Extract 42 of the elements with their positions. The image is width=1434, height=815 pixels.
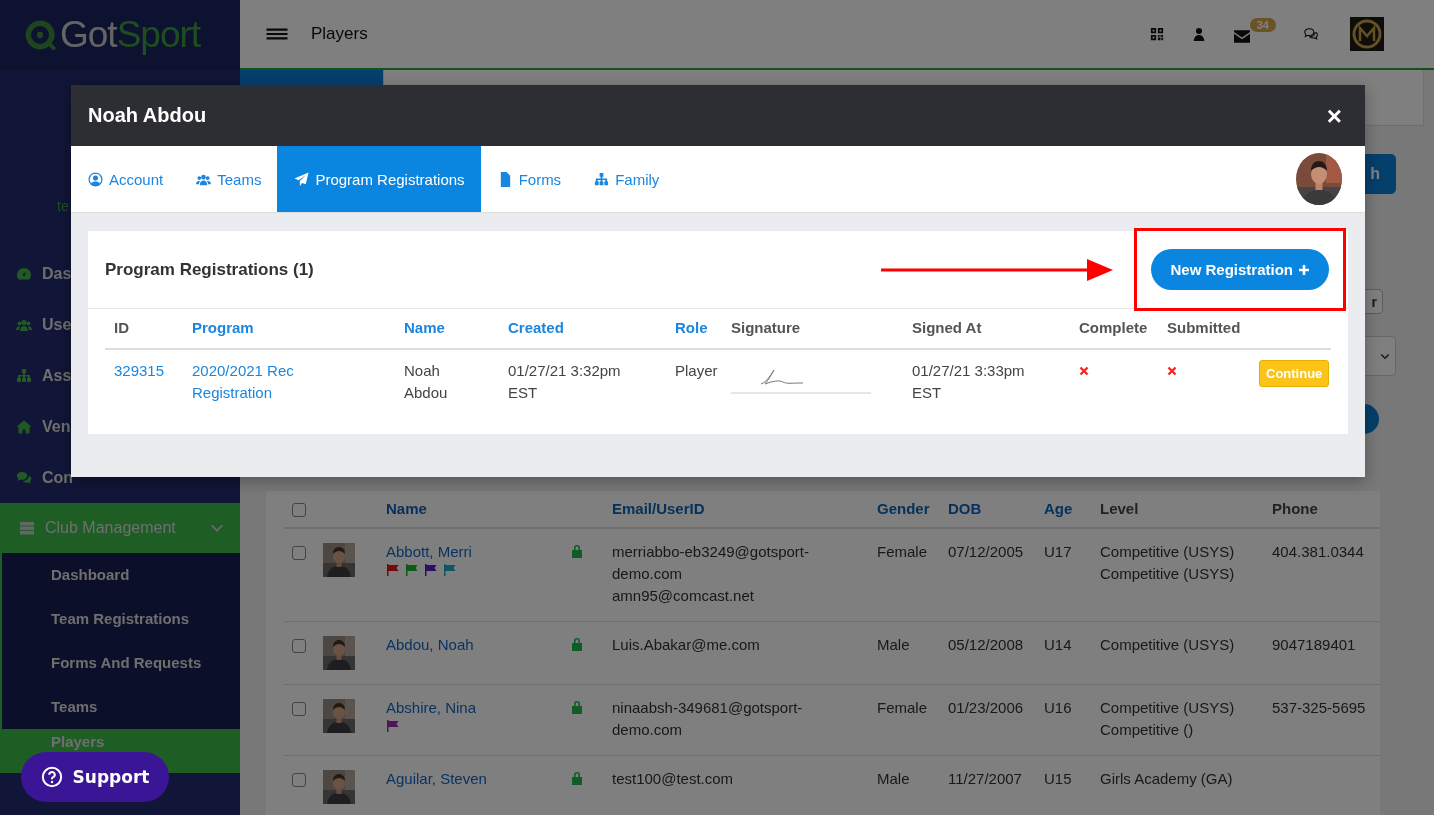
age-cell-text: U16 (1044, 698, 1073, 718)
dob-cell-text: 07/12/2005 (948, 542, 1025, 562)
gender-cell-text: Female (877, 698, 929, 718)
dialog-title: Noah Abdou (88, 104, 208, 127)
age-cell-text: U17 (1044, 542, 1073, 562)
column-header: Complete (1078, 318, 1149, 338)
column-header: ID (113, 318, 130, 338)
level-text: Competitive () (1100, 720, 1195, 740)
created-cell-text: 01/27/21 3:32pm EST (508, 361, 622, 403)
name-cell-text: Noah Abdou (404, 361, 449, 403)
column-header: Submitted (1166, 318, 1242, 338)
level-text: Competitive (USYS) (1100, 635, 1236, 655)
signed-at-cell-text: 01/27/21 3:33pm EST (912, 361, 1026, 403)
message-count-badge: 34 (1249, 17, 1276, 32)
age-cell-text: U15 (1044, 769, 1073, 789)
level-text: Competitive (USYS) (1100, 698, 1236, 718)
email-text: test100@test.com (612, 769, 735, 789)
gender-cell-text: Male (877, 769, 911, 789)
column-header: Phone (1272, 499, 1319, 519)
email-text: Luis.Abakar@me.com (612, 635, 761, 655)
age-cell-text: U14 (1044, 635, 1073, 655)
user-text: te (57, 198, 70, 216)
role-cell-text: Player (674, 361, 719, 381)
page-title: Players (311, 24, 368, 44)
card-title: Program Registrations (1) (105, 259, 315, 280)
gender-cell-text: Female (877, 542, 929, 562)
logo-text: GotSport (60, 14, 201, 56)
phone-cell: 404.381.0344 (1272, 543, 1364, 560)
column-header: Level (1100, 499, 1140, 519)
phone-cell: 9047189401 (1272, 636, 1356, 653)
email-text: amn95@comcast.net (612, 586, 755, 606)
gender-cell-text: Male (877, 635, 911, 655)
level-text: Girls Academy (GA) (1100, 769, 1234, 789)
dob-cell-text: 11/27/2007 (948, 769, 1023, 789)
level-text: Competitive (USYS) (1100, 564, 1236, 584)
dob-cell-text: 05/12/2008 (948, 635, 1025, 655)
level-text: Competitive (USYS) (1100, 542, 1236, 562)
email-text: ninaabsh-349681@gotsport-demo.com (612, 698, 804, 740)
dob-cell-text: 01/23/2006 (948, 698, 1025, 718)
column-header: Signed At (911, 318, 983, 338)
phone-cell: 537-325-5695 (1272, 699, 1366, 716)
column-header: Signature (730, 318, 802, 338)
